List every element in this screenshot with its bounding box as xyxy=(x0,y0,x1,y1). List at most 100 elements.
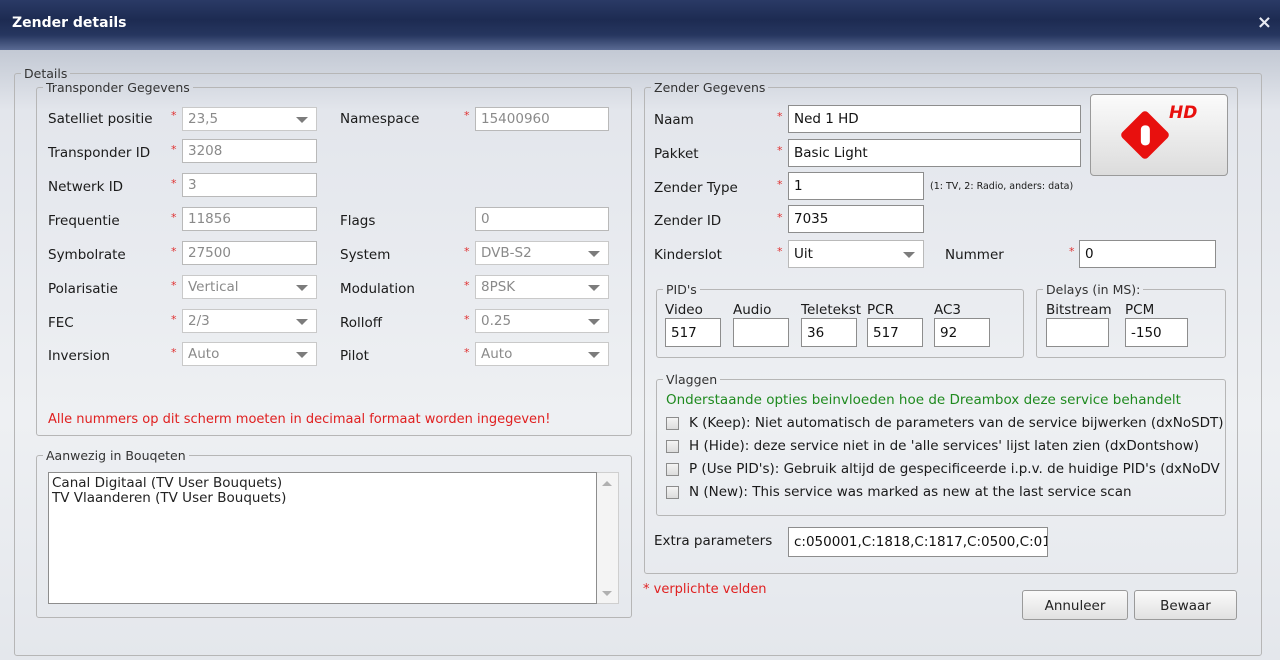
save-button[interactable]: Bewaar xyxy=(1134,590,1237,620)
pcm-label: PCM xyxy=(1125,302,1155,318)
pcr-pid-field[interactable]: 517 xyxy=(867,318,923,347)
use-pids-checkbox[interactable] xyxy=(666,463,679,476)
namespace-field[interactable]: 15400960 xyxy=(475,107,609,131)
cancel-button[interactable]: Annuleer xyxy=(1022,590,1128,620)
system-value: DVB-S2 xyxy=(481,245,532,261)
rolloff-dropdown[interactable]: 0.25 xyxy=(475,309,609,333)
video-pid-field[interactable]: 517 xyxy=(665,318,721,347)
dialog-body: Details Transponder Gegevens Satelliet p… xyxy=(0,50,1280,660)
kinderslot-value: Uit xyxy=(794,246,813,262)
zender-type-label: Zender Type xyxy=(654,180,738,196)
bitstream-field[interactable] xyxy=(1046,318,1109,347)
system-dropdown[interactable]: DVB-S2 xyxy=(475,241,609,265)
satelliet-dropdown[interactable]: 23,5 xyxy=(182,107,317,131)
audio-pid-field[interactable] xyxy=(733,318,789,347)
frequentie-label: Frequentie xyxy=(48,213,120,229)
required-star: * xyxy=(171,346,177,359)
modulation-dropdown[interactable]: 8PSK xyxy=(475,275,609,299)
pakket-label: Pakket xyxy=(654,146,699,162)
pilot-dropdown[interactable]: Auto xyxy=(475,342,609,366)
title-bar: Zender details × xyxy=(0,0,1280,50)
zender-type-field[interactable]: 1 xyxy=(788,172,924,200)
satelliet-value: 23,5 xyxy=(188,111,219,127)
teletekst-pid-field[interactable]: 36 xyxy=(801,318,857,347)
transponder-id-field[interactable]: 3208 xyxy=(182,139,317,163)
teletekst-label: Teletekst xyxy=(801,302,862,318)
close-icon[interactable]: × xyxy=(1257,12,1272,33)
system-label: System xyxy=(340,247,391,263)
list-item[interactable]: Canal Digitaal (TV User Bouquets) xyxy=(52,476,596,491)
decimal-warning: Alle nummers op dit scherm moeten in dec… xyxy=(48,412,551,427)
inversion-dropdown[interactable]: Auto xyxy=(182,342,317,366)
vlaggen-legend: Vlaggen xyxy=(666,372,718,387)
vlaggen-info: Onderstaande opties beinvloeden hoe de D… xyxy=(666,392,1181,408)
audio-label: Audio xyxy=(733,302,772,318)
keep-checkbox[interactable] xyxy=(666,417,679,430)
modulation-value: 8PSK xyxy=(481,279,516,295)
kinderslot-label: Kinderslot xyxy=(654,247,722,263)
bouquet-scrollbar[interactable] xyxy=(597,472,619,604)
pilot-value: Auto xyxy=(481,346,513,362)
pakket-field[interactable]: Basic Light xyxy=(788,139,1081,167)
bouquet-list[interactable]: Canal Digitaal (TV User Bouquets) TV Vla… xyxy=(48,472,597,604)
keep-label: K (Keep): Niet automatisch de parameters… xyxy=(689,415,1224,431)
netwerk-id-field[interactable]: 3 xyxy=(182,173,317,197)
kinderslot-dropdown[interactable]: Uit xyxy=(788,240,924,268)
zender-id-label: Zender ID xyxy=(654,213,722,229)
use-pids-label: P (Use PID's): Gebruik altijd de gespeci… xyxy=(689,461,1220,477)
logo-hd-text: HD xyxy=(1169,103,1198,123)
symbolrate-field[interactable]: 27500 xyxy=(182,241,317,265)
hide-checkbox[interactable] xyxy=(666,440,679,453)
required-star: * xyxy=(1069,245,1075,258)
netwerk-id-label: Netwerk ID xyxy=(48,179,124,195)
modulation-label: Modulation xyxy=(340,281,415,297)
window-title: Zender details xyxy=(12,15,127,31)
chevron-down-icon xyxy=(296,319,308,325)
extra-parameters-field[interactable]: c:050001,C:1818,C:1817,C:0500,C:01 xyxy=(788,527,1048,557)
required-star: * xyxy=(171,143,177,156)
flags-label: Flags xyxy=(340,213,376,229)
channel-logo-button[interactable]: HD xyxy=(1090,94,1228,176)
polarisatie-dropdown[interactable]: Vertical xyxy=(182,275,317,299)
fec-value: 2/3 xyxy=(188,313,210,329)
pcm-field[interactable]: -150 xyxy=(1125,318,1188,347)
required-star: * xyxy=(464,109,470,122)
chevron-down-icon xyxy=(296,352,308,358)
list-item[interactable]: TV Vlaanderen (TV User Bouquets) xyxy=(52,491,596,506)
required-star: * xyxy=(464,346,470,359)
chevron-down-icon xyxy=(903,252,915,258)
required-star: * xyxy=(171,177,177,190)
zender-id-field[interactable]: 7035 xyxy=(788,205,924,233)
chevron-down-icon xyxy=(296,117,308,123)
required-star: * xyxy=(777,110,783,123)
required-star: * xyxy=(777,211,783,224)
flags-field[interactable]: 0 xyxy=(475,207,609,231)
scroll-up-icon[interactable] xyxy=(602,481,612,486)
inversion-label: Inversion xyxy=(48,348,110,364)
inversion-value: Auto xyxy=(188,346,220,362)
symbolrate-label: Symbolrate xyxy=(48,247,126,263)
new-label: N (New): This service was marked as new … xyxy=(689,484,1132,500)
transponder-id-label: Transponder ID xyxy=(48,145,151,161)
required-star: * xyxy=(171,109,177,122)
satelliet-label: Satelliet positie xyxy=(48,111,153,127)
chevron-down-icon xyxy=(296,285,308,291)
bouquets-legend: Aanwezig in Bouqeten xyxy=(46,448,186,463)
nummer-field[interactable]: 0 xyxy=(1079,240,1216,268)
transponder-legend: Transponder Gegevens xyxy=(46,80,190,95)
npo-logo-diamond xyxy=(1119,109,1171,161)
rolloff-value: 0.25 xyxy=(481,313,512,329)
ac3-pid-field[interactable]: 92 xyxy=(934,318,990,347)
hide-label: H (Hide): deze service niet in de 'alle … xyxy=(689,438,1200,454)
frequentie-field[interactable]: 11856 xyxy=(182,207,317,231)
required-star: * xyxy=(777,245,783,258)
new-checkbox[interactable] xyxy=(666,486,679,499)
scroll-down-icon[interactable] xyxy=(602,591,612,596)
naam-field[interactable]: Ned 1 HD xyxy=(788,105,1081,133)
nummer-label: Nummer xyxy=(945,247,1004,263)
required-star: * xyxy=(464,279,470,292)
rolloff-label: Rolloff xyxy=(340,315,383,331)
fec-dropdown[interactable]: 2/3 xyxy=(182,309,317,333)
required-note: * verplichte velden xyxy=(643,582,767,597)
polarisatie-label: Polarisatie xyxy=(48,281,118,297)
